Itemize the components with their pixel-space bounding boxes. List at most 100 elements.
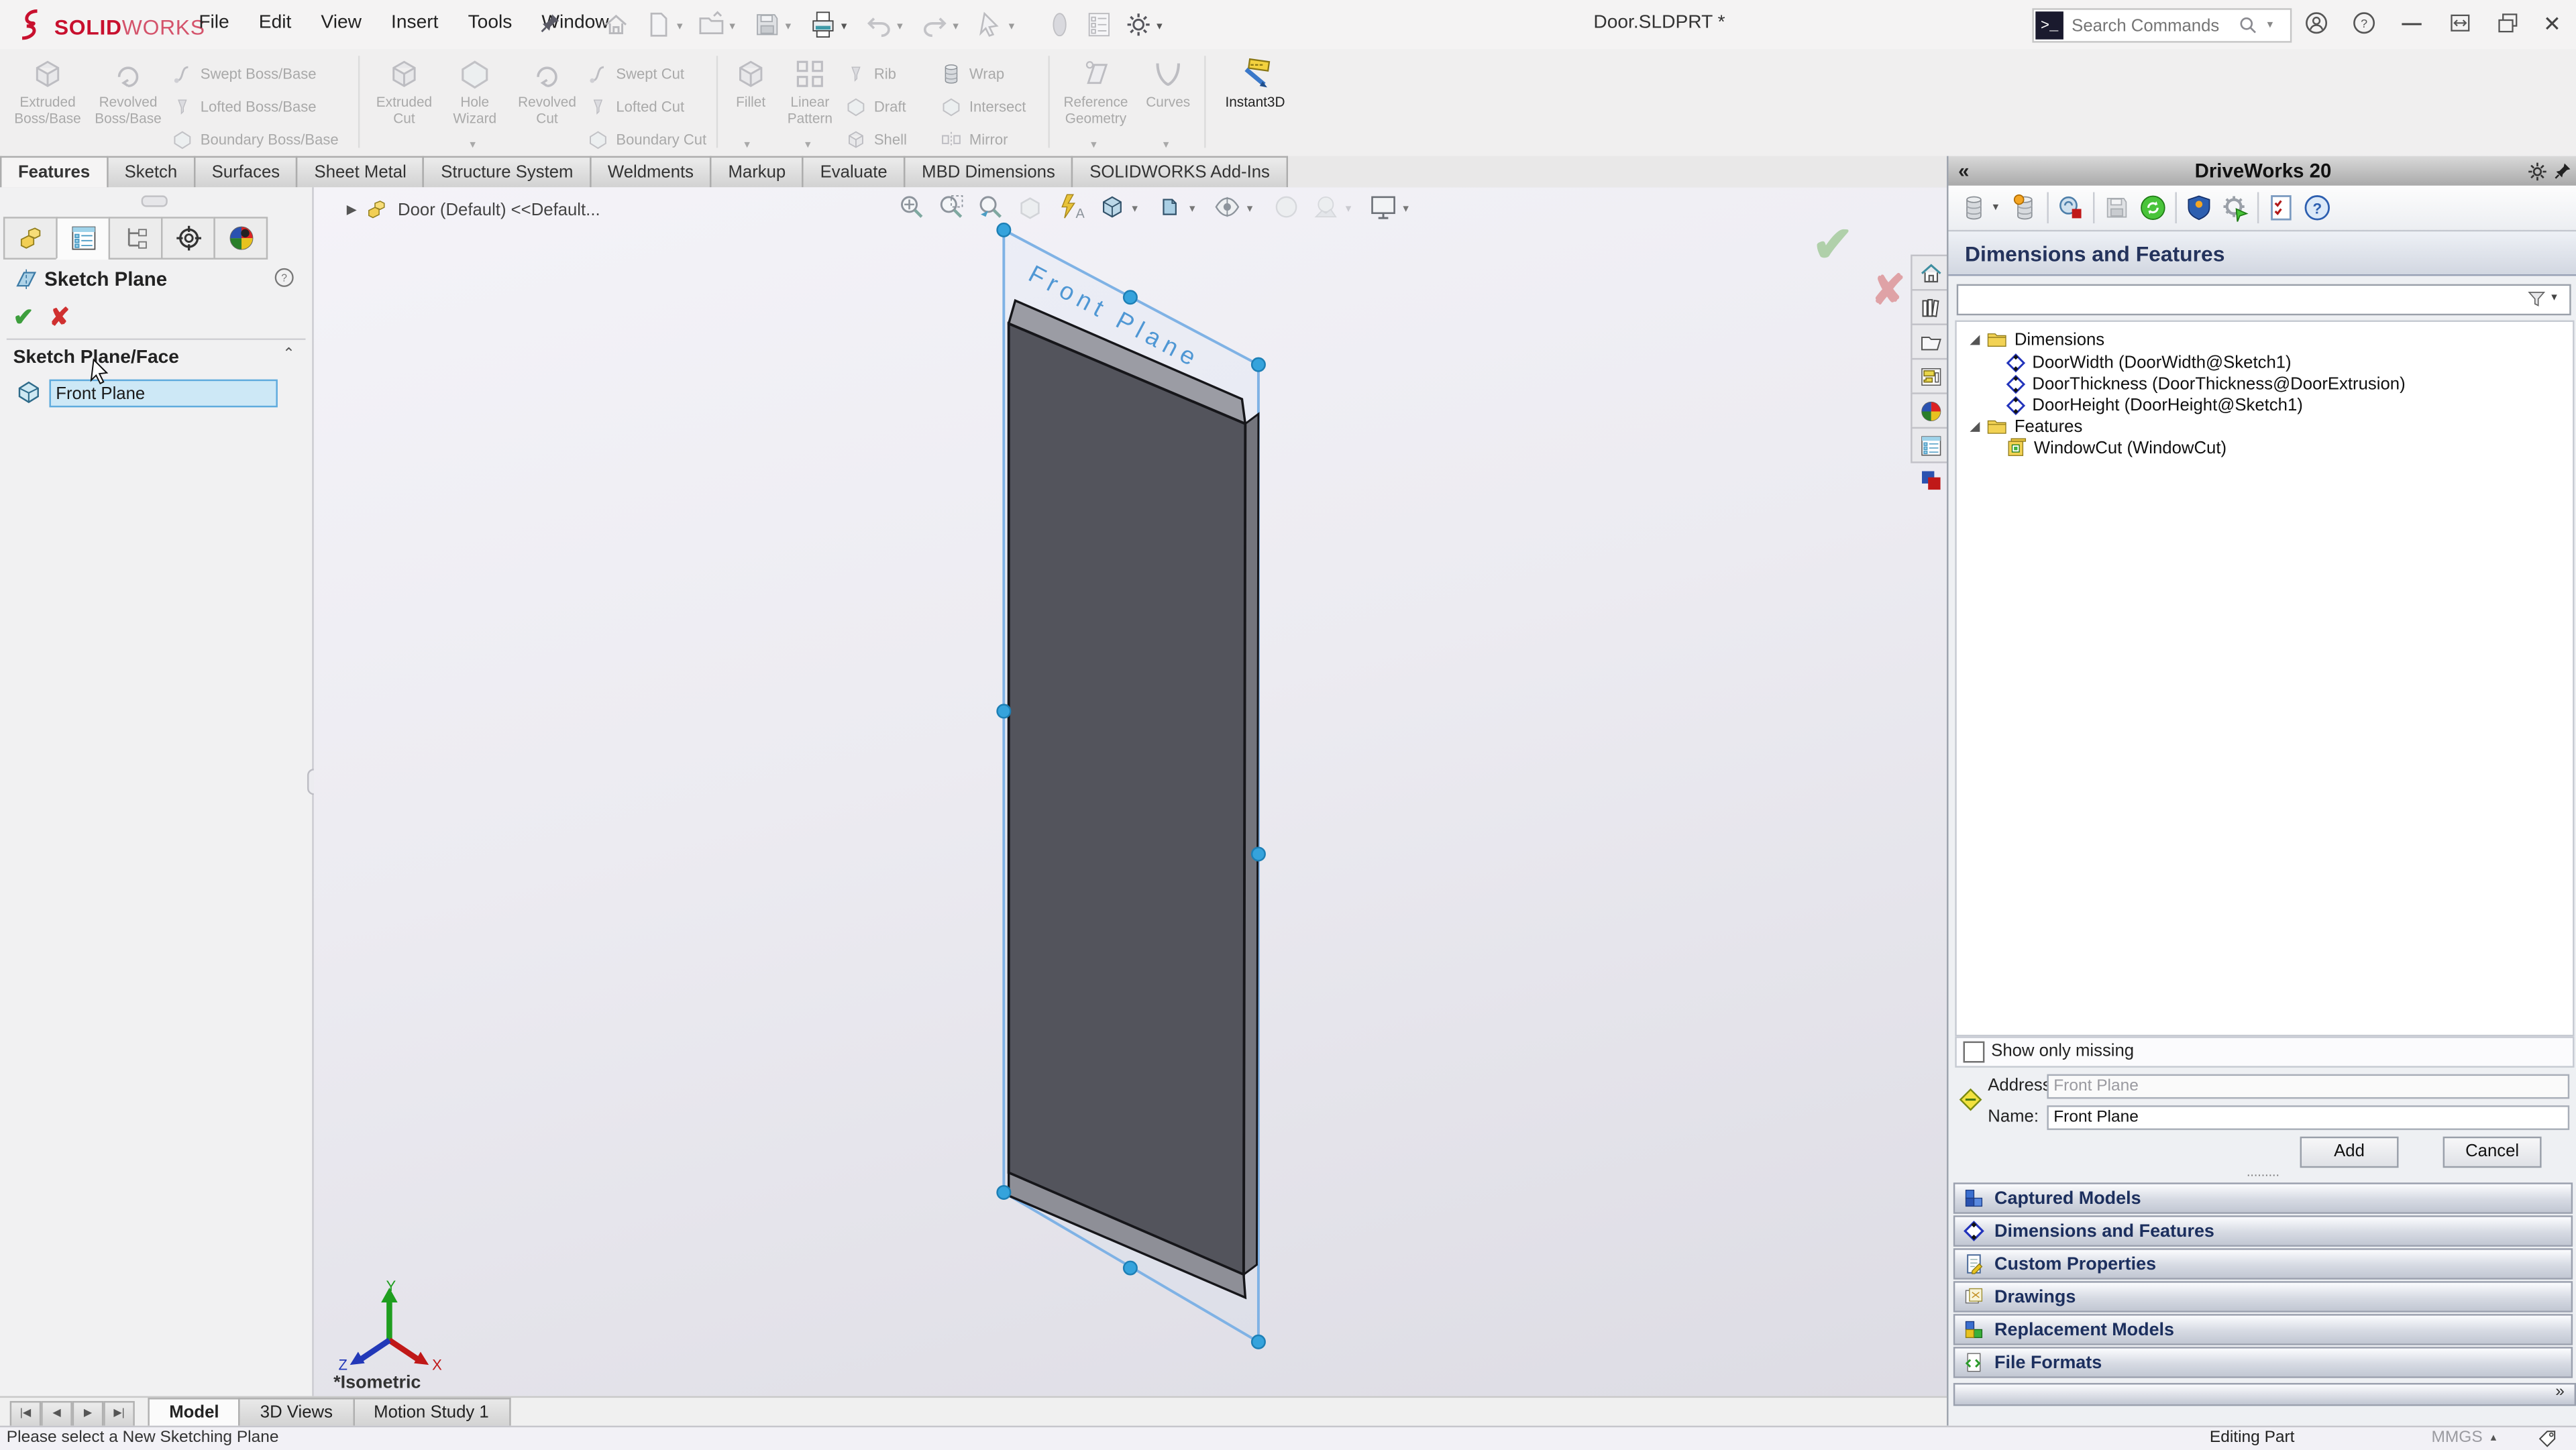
tab-scroll-prev-button[interactable]: ◀ xyxy=(41,1401,72,1427)
tab-scroll-first-button[interactable]: |◀ xyxy=(10,1401,42,1427)
tab-motion-study-1[interactable]: Motion Study 1 xyxy=(352,1398,510,1427)
tab-mbd-dimensions[interactable]: MBD Dimensions xyxy=(904,156,1073,188)
linear-pattern-button[interactable]: Linear Pattern xyxy=(780,54,839,150)
tab-solidworks-add-ins[interactable]: SOLIDWORKS Add-Ins xyxy=(1071,156,1288,188)
undo-dropdown-icon[interactable]: ▾ xyxy=(897,19,903,33)
pm-help-icon[interactable]: ? xyxy=(273,266,296,289)
group-table-dropdown-icon[interactable]: ▾ xyxy=(1993,201,1999,214)
linear-pattern-dropdown-icon[interactable]: ▾ xyxy=(805,138,811,152)
menu-insert[interactable]: Insert xyxy=(376,0,453,49)
group-table-icon[interactable] xyxy=(1960,194,1988,222)
boundary-cut-button[interactable]: Boundary Cut xyxy=(586,125,706,153)
accordion-custom-properties[interactable]: Custom Properties xyxy=(1953,1248,2573,1280)
options-list-button[interactable] xyxy=(1084,10,1114,40)
settings-gear-button[interactable] xyxy=(1124,10,1153,40)
redo-dropdown-icon[interactable]: ▾ xyxy=(953,19,959,33)
name-input[interactable] xyxy=(2047,1105,2569,1130)
tab-scroll-last-button[interactable]: ▶| xyxy=(103,1401,135,1427)
save-button[interactable] xyxy=(753,10,782,40)
overflow-chevrons-icon[interactable]: » xyxy=(2555,1383,2565,1401)
extruded-boss-base-button[interactable]: Extruded Boss/Base xyxy=(10,54,86,150)
filter-dropdown-icon[interactable]: ▾ xyxy=(2551,290,2557,304)
draft-button[interactable]: Draft xyxy=(845,92,906,120)
rib-button[interactable]: Rib xyxy=(845,59,896,87)
tab-features[interactable]: Features xyxy=(0,156,108,188)
tag-icon[interactable] xyxy=(2536,1429,2558,1449)
accordion-captured-models[interactable]: Captured Models xyxy=(1953,1182,2573,1214)
menu-edit[interactable]: Edit xyxy=(244,0,307,49)
accordion-overflow-bar[interactable]: » xyxy=(1953,1383,2576,1406)
accordion-drawings[interactable]: Drawings xyxy=(1953,1281,2573,1313)
print-dropdown-icon[interactable]: ▾ xyxy=(841,19,847,33)
redo-button[interactable] xyxy=(920,10,949,40)
instant3d-button[interactable]: Instant3D xyxy=(1216,54,1295,150)
dimensions-features-tree[interactable]: ◢ Dimensions DoorWidth (DoorWidth@Sketch… xyxy=(1955,321,2574,1037)
sketch-plane-selection-input[interactable] xyxy=(49,380,277,408)
tab-dimxpert-manager[interactable] xyxy=(161,217,215,260)
wrap-button[interactable]: Wrap xyxy=(940,59,1004,87)
hole-wizard-button[interactable]: Hole Wizard xyxy=(442,54,508,150)
save-dropdown-icon[interactable]: ▾ xyxy=(786,19,792,33)
graphics-viewport[interactable]: ▶ Door (Default) <<Default... A ▾ ▾ ▾ ▾ … xyxy=(314,187,1947,1396)
section-collapse-icon[interactable]: ⌃ xyxy=(282,345,294,363)
menu-tools[interactable]: Tools xyxy=(453,0,527,49)
reference-geometry-dropdown-icon[interactable]: ▾ xyxy=(1091,138,1097,152)
show-only-missing-checkbox[interactable] xyxy=(1964,1042,1985,1063)
tab-sheet-metal[interactable]: Sheet Metal xyxy=(297,156,425,188)
pm-cancel-button[interactable]: ✘ xyxy=(49,302,70,332)
door-model[interactable]: Front Plane xyxy=(314,187,1947,1396)
menu-view[interactable]: View xyxy=(306,0,376,49)
add-button[interactable]: Add xyxy=(2300,1137,2399,1168)
tab-surfaces[interactable]: Surfaces xyxy=(194,156,298,188)
panel-splitter-handle[interactable] xyxy=(142,195,168,207)
capture-model-icon[interactable] xyxy=(2057,194,2085,222)
report-icon[interactable] xyxy=(2267,194,2296,222)
extruded-cut-button[interactable]: Extruded Cut xyxy=(371,54,437,150)
filter-box[interactable]: ▾ xyxy=(1957,284,2571,316)
autopilot-icon[interactable] xyxy=(2221,194,2249,222)
panel-gear-icon[interactable] xyxy=(2527,161,2548,182)
tree-node-doorheight[interactable]: DoorHeight (DoorHeight@Sketch1) xyxy=(2006,394,2303,416)
accordion-dimensions-and-features[interactable]: Dimensions and Features xyxy=(1953,1215,2573,1247)
print-button[interactable] xyxy=(808,10,838,40)
tab-3d-views[interactable]: 3D Views xyxy=(239,1398,354,1427)
pane-splitter[interactable]: ......... xyxy=(1948,1170,2576,1180)
new-dropdown-icon[interactable]: ▾ xyxy=(677,19,683,33)
accordion-replacement-models[interactable]: Replacement Models xyxy=(1953,1314,2573,1345)
tab-configuration-manager[interactable] xyxy=(109,217,163,260)
sync-icon[interactable] xyxy=(2139,194,2167,222)
lofted-boss-base-button[interactable]: Lofted Boss/Base xyxy=(171,92,317,120)
tab-scroll-next-button[interactable]: ▶ xyxy=(72,1401,104,1427)
accordion-file-formats[interactable]: File Formats xyxy=(1953,1347,2573,1378)
security-icon[interactable] xyxy=(2185,194,2213,222)
open-button[interactable] xyxy=(696,10,726,40)
fillet-button[interactable]: Fillet xyxy=(726,54,775,150)
mirror-button[interactable]: Mirror xyxy=(940,125,1008,153)
minimize-button[interactable]: — xyxy=(2402,11,2421,34)
revolved-cut-button[interactable]: Revolved Cut xyxy=(513,54,582,150)
lofted-cut-button[interactable]: Lofted Cut xyxy=(586,92,684,120)
search-dropdown-icon[interactable]: ▾ xyxy=(2267,18,2273,32)
collapse-panel-icon[interactable]: « xyxy=(1958,156,1969,186)
tree-node-doorthickness[interactable]: DoorThickness (DoorThickness@DoorExtrusi… xyxy=(2006,373,2405,394)
resize-span-button[interactable] xyxy=(2448,11,2473,34)
reference-geometry-button[interactable]: Reference Geometry xyxy=(1057,54,1136,150)
shell-button[interactable]: Shell xyxy=(845,125,907,153)
help-icon[interactable]: ? xyxy=(2351,10,2377,36)
cancel-button[interactable]: Cancel xyxy=(2443,1137,2542,1168)
tree-node-features[interactable]: ◢ Features xyxy=(1970,416,2082,437)
close-button[interactable]: ✕ xyxy=(2543,11,2561,38)
door-front-face[interactable] xyxy=(1009,323,1246,1274)
intersect-button[interactable]: Intersect xyxy=(940,92,1026,120)
driveworks-help-icon[interactable]: ? xyxy=(2303,194,2331,222)
expander-icon[interactable]: ◢ xyxy=(1970,332,1980,347)
new-document-button[interactable] xyxy=(644,10,674,40)
tab-structure-system[interactable]: Structure System xyxy=(423,156,591,188)
search-icon[interactable] xyxy=(2238,15,2259,36)
restore-window-button[interactable] xyxy=(2496,11,2520,34)
address-input[interactable] xyxy=(2047,1074,2569,1099)
tree-node-doorwidth[interactable]: DoorWidth (DoorWidth@Sketch1) xyxy=(2006,351,2291,373)
tab-display-manager[interactable] xyxy=(213,217,268,260)
undo-button[interactable] xyxy=(864,10,894,40)
tab-markup[interactable]: Markup xyxy=(710,156,804,188)
